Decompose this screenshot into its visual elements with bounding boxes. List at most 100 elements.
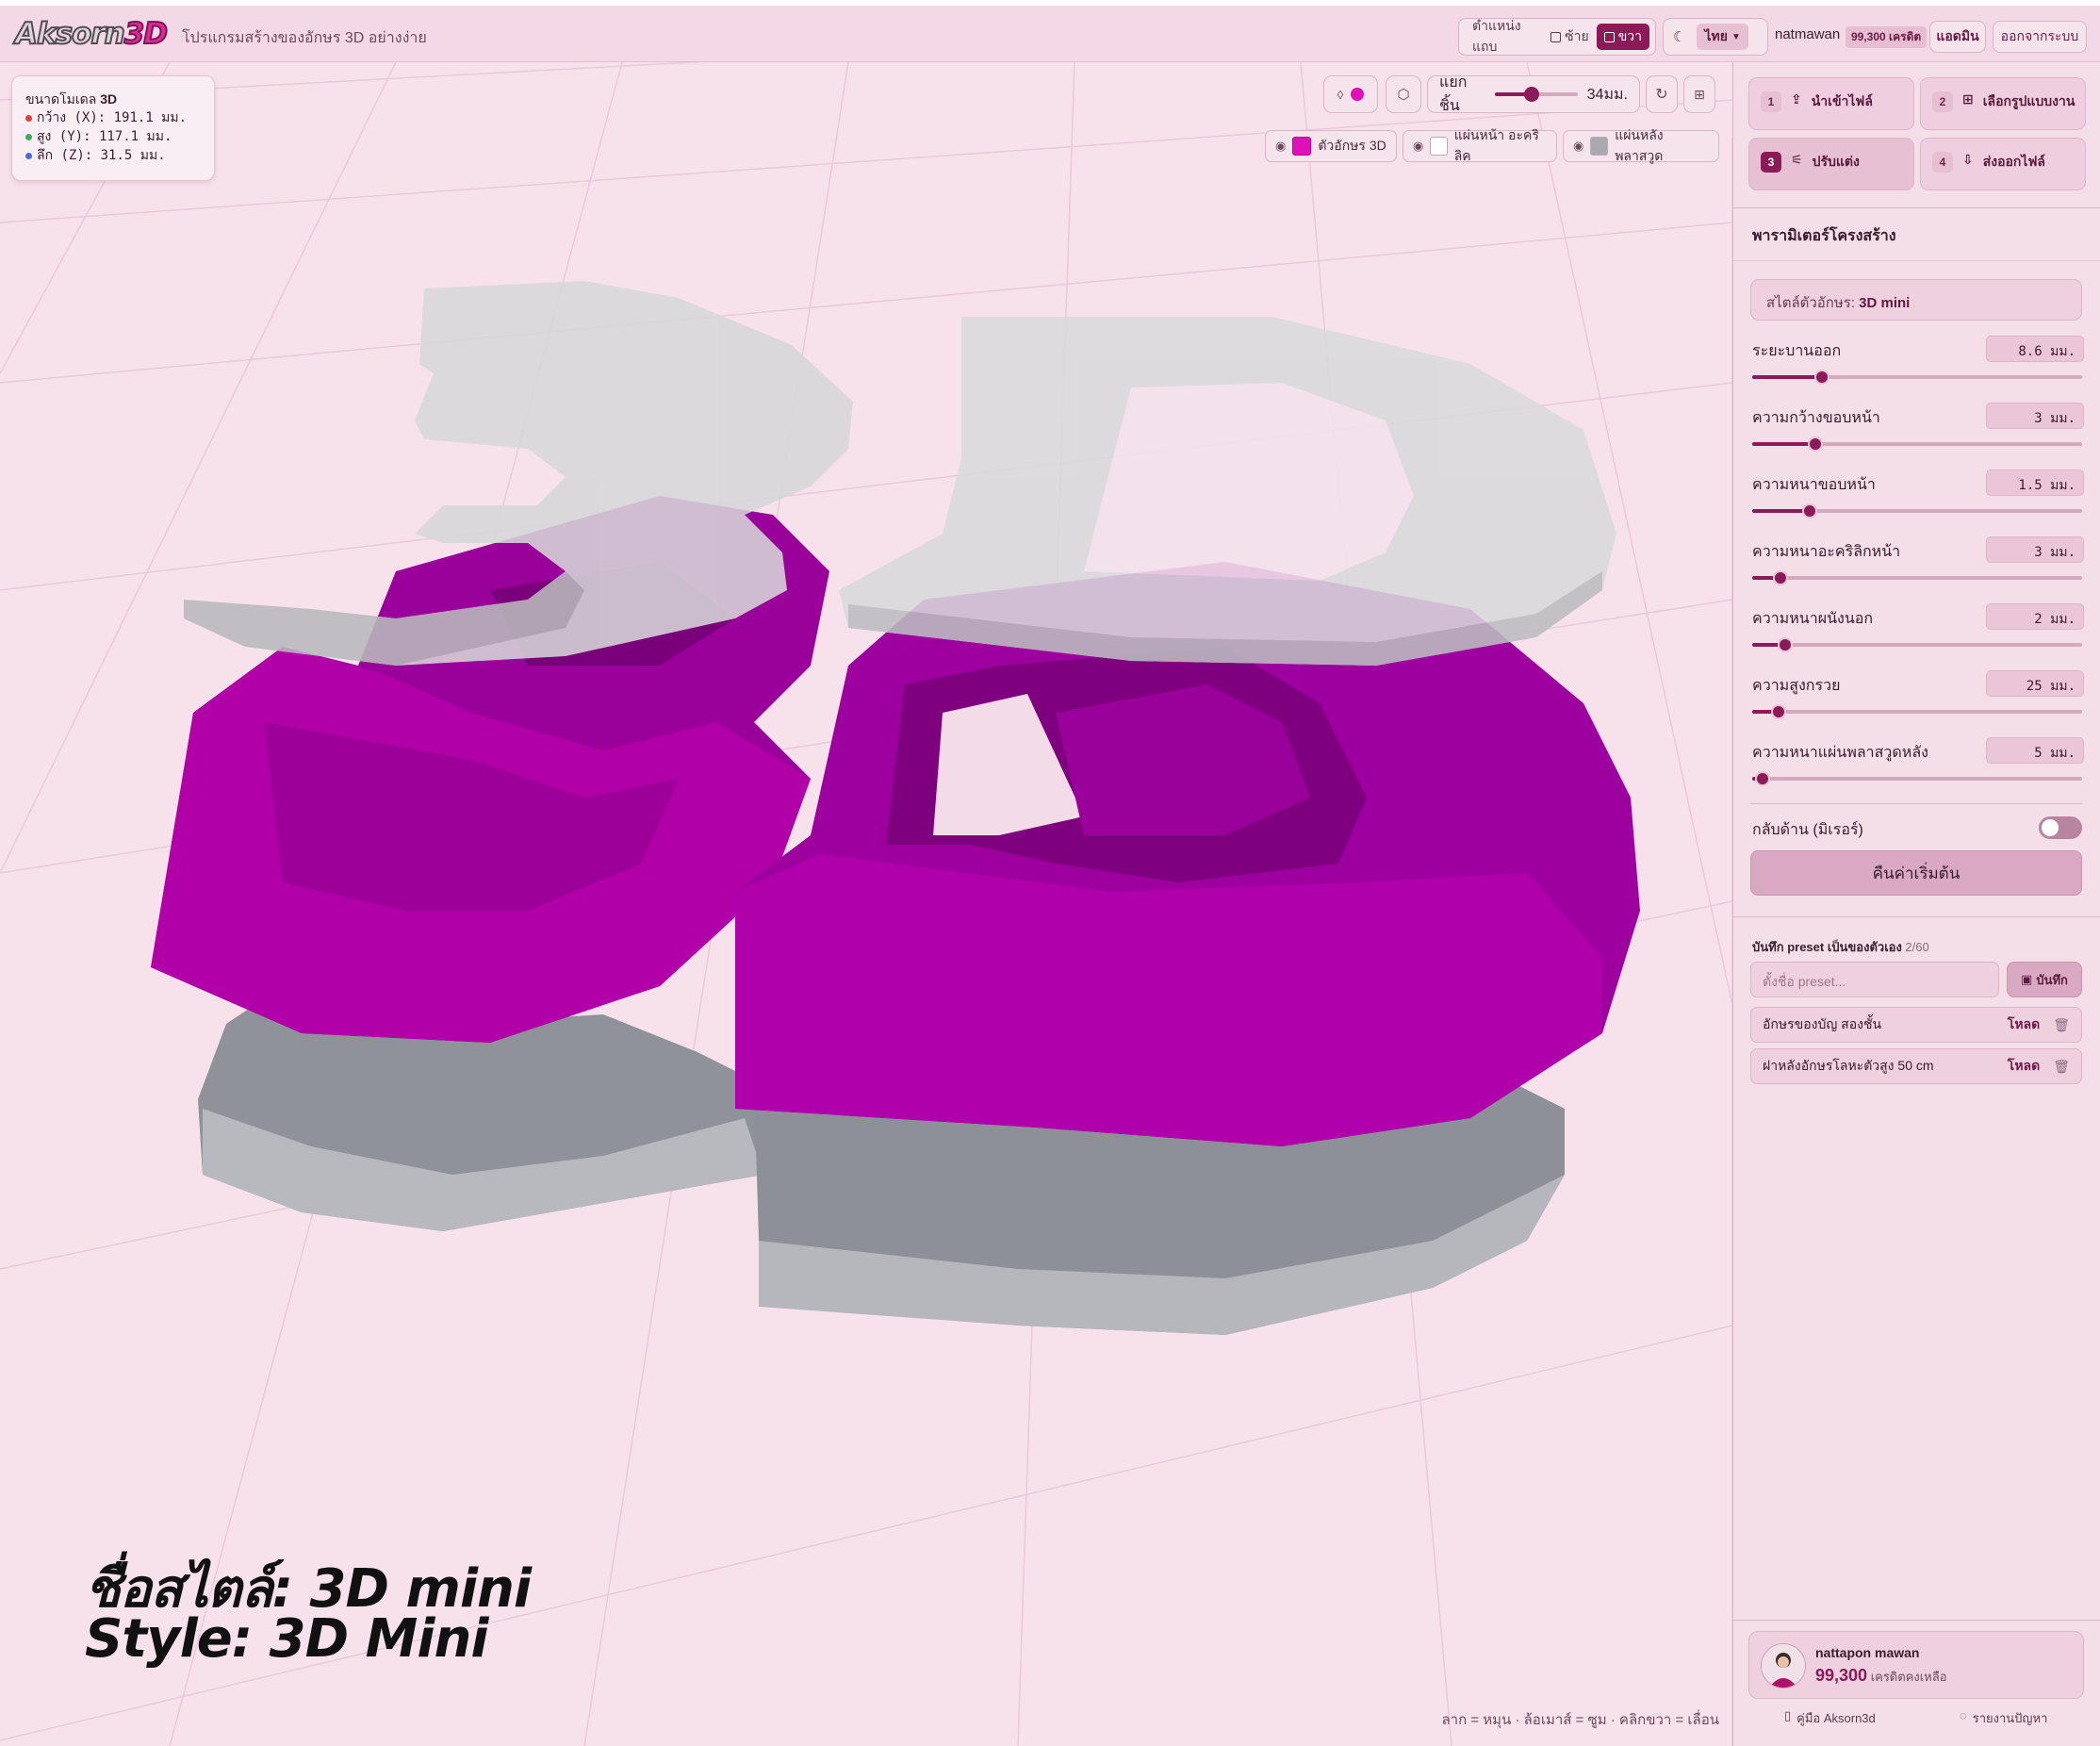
trash-icon[interactable]: 🗑 — [2053, 1017, 2070, 1033]
layer-color-swatch — [1292, 137, 1312, 156]
logout-button[interactable]: ออกจากระบบ — [1993, 21, 2087, 53]
preset-name: อักษรของบัญ สองชั้น — [1763, 1016, 1882, 1031]
explode-slider-knob[interactable] — [1524, 87, 1540, 102]
x-axis-dot — [25, 114, 32, 122]
dark-mode-toggle[interactable]: ☾ — [1667, 24, 1691, 50]
preset-section-header: บันทึก preset เป็นของตัวเอง 2/60 — [1752, 940, 1929, 954]
step-import[interactable]: 1 ⇪ นำเข้าไฟล์ — [1748, 77, 1914, 130]
user-name: nattapon mawan — [1815, 1645, 1920, 1660]
panel-right-icon — [1603, 31, 1615, 42]
report-issue-link[interactable]: ◌ รายงานปัญหา — [1960, 1708, 2047, 1728]
floppy-disk-icon: ▣ — [2021, 972, 2033, 986]
admin-button[interactable]: แอดมิน — [1929, 21, 1986, 53]
chevron-down-icon: ▼ — [1731, 31, 1741, 42]
top-bar: Aksorn3D โปรแกรมสร้างของอักษร 3D อย่างง่… — [0, 0, 2100, 62]
reset-view-button[interactable]: ↻ — [1646, 75, 1678, 113]
credits-badge: 99,300 เครดิต — [1846, 26, 1928, 48]
dimensions-title: ขนาดโมเดล 3D — [25, 91, 118, 107]
panel-right-button[interactable]: ขวา — [1596, 24, 1649, 50]
reset-defaults-button[interactable]: คืนค่าเริ่มต้น — [1750, 850, 2082, 896]
divider — [1750, 803, 2082, 804]
step-number: 3 — [1761, 152, 1781, 173]
param-slider[interactable] — [1752, 704, 2082, 719]
divider — [1733, 916, 2100, 917]
sliders-icon: ⚟ — [1791, 152, 1803, 167]
param-value-input[interactable]: 3 มม. — [1986, 403, 2084, 429]
controls-hint: ลาก = หมุน · ล้อเมาส์ = ซูม · คลิกขวา = … — [1441, 1712, 1719, 1728]
3d-viewport[interactable]: ขนาดโมเดล 3D กว้าง (X): 191.1 มม. สูง (Y… — [0, 62, 1732, 1746]
load-preset-button[interactable]: โหลด — [2008, 1056, 2040, 1077]
z-axis-dot — [25, 152, 32, 159]
step-choose-template[interactable]: 2 ⊞ เลือกรูปแบบงาน — [1920, 77, 2086, 130]
slider-knob[interactable] — [1754, 771, 1770, 786]
param-slider[interactable] — [1752, 370, 2082, 385]
mirror-toggle[interactable] — [2039, 816, 2082, 839]
message-icon: ◌ — [1960, 1708, 1967, 1722]
param-slider[interactable] — [1752, 637, 2082, 652]
panel-position-group: ตำแหน่งแถบ ซ้าย ขวา — [1458, 18, 1656, 56]
explode-control: แยกชิ้น 34มม. — [1427, 74, 1640, 114]
slider-fill — [1752, 509, 1811, 513]
style-caption-english: Style: 3D Mini — [85, 1608, 489, 1670]
param-label: ความหนาแผ่นพลาสวูดหลัง — [1752, 745, 1928, 761]
refresh-icon: ↻ — [1655, 87, 1668, 103]
slider-knob[interactable] — [1813, 370, 1829, 385]
toggle-knob — [2042, 819, 2059, 836]
param-value-input[interactable]: 25 มม. — [1986, 670, 2084, 697]
color-mode-toggle[interactable]: ◊ — [1323, 75, 1378, 113]
model-canvas[interactable] — [0, 62, 1732, 1746]
layer-label: แผ่นหน้า อะคริลิค — [1453, 127, 1539, 163]
layer-toggle-front-acrylic[interactable]: ◉ แผ่นหน้า อะคริลิค — [1403, 127, 1557, 163]
slider-knob[interactable] — [1802, 503, 1818, 519]
moon-icon: ☾ — [1673, 29, 1686, 45]
slider-knob[interactable] — [1771, 704, 1786, 719]
explode-slider[interactable] — [1494, 87, 1578, 102]
param-slider[interactable] — [1752, 570, 2082, 585]
slider-knob[interactable] — [1778, 637, 1793, 652]
divider — [1733, 1620, 2100, 1621]
param-slider[interactable] — [1752, 503, 2082, 519]
preset-name-input[interactable]: ตั้งชื่อ preset... — [1750, 962, 1999, 997]
slider-knob[interactable] — [1772, 570, 1788, 585]
app-logo[interactable]: Aksorn3D — [14, 16, 169, 52]
panel-left-button[interactable]: ซ้าย — [1543, 24, 1597, 50]
layer-toggle-letter[interactable]: ◉ ตัวอักษร 3D — [1265, 130, 1397, 162]
param-label: ความหนาอะคริลิกหน้า — [1752, 544, 1901, 560]
param-value-input[interactable]: 5 มม. — [1986, 737, 2084, 764]
layer-toggle-back-plate[interactable]: ◉ แผ่นหลัง พลาสวูด — [1563, 127, 1719, 163]
language-select[interactable]: ไทย ▼ — [1697, 24, 1748, 50]
param-label: ระยะบานออก — [1752, 343, 1842, 359]
slider-knob[interactable] — [1807, 436, 1823, 452]
step-export[interactable]: 4 ⇩ ส่งออกไฟล์ — [1920, 138, 2086, 190]
divider — [1733, 260, 2100, 261]
trash-icon[interactable]: 🗑 — [2053, 1059, 2070, 1075]
dimension-height: สูง (Y): 117.1 มม. — [25, 127, 214, 146]
param-slider[interactable] — [1752, 436, 2082, 452]
template-grid-icon: ⊞ — [1962, 91, 1974, 107]
param-value-input[interactable]: 2 มม. — [1986, 603, 2084, 630]
step-customize[interactable]: 3 ⚟ ปรับแต่ง — [1748, 138, 1914, 190]
grid-toggle-button[interactable]: ⊞ — [1683, 75, 1715, 113]
step-number: 1 — [1761, 91, 1781, 112]
eye-icon[interactable]: ◉ — [1413, 139, 1423, 154]
preset-item[interactable]: อักษรของบัญ สองชั้น โหลด 🗑 — [1750, 1007, 2082, 1043]
param-value-input[interactable]: 3 มม. — [1986, 536, 2084, 563]
download-icon: ⇩ — [1962, 152, 1974, 167]
param-label: ความสูงกรวย — [1752, 678, 1841, 694]
param-value-input[interactable]: 8.6 มม. — [1986, 336, 2084, 362]
preset-item[interactable]: ฝาหลังอักษรโลหะตัวสูง 50 cm โหลด 🗑 — [1750, 1048, 2082, 1084]
param-value-input[interactable]: 1.5 มม. — [1986, 469, 2084, 496]
step-label: ส่งออกไฟล์ — [1982, 154, 2045, 169]
eye-icon[interactable]: ◉ — [1275, 139, 1286, 154]
manual-link[interactable]: ▯ คู่มือ Aksorn3d — [1784, 1708, 1876, 1728]
step-label: เลือกรูปแบบงาน — [1982, 93, 2075, 108]
panel-left-icon — [1550, 31, 1562, 42]
cube-view-button[interactable]: ⬡ — [1386, 75, 1421, 113]
save-preset-button[interactable]: ▣ บันทึก — [2007, 962, 2082, 997]
model-dimensions-card: ขนาดโมเดล 3D กว้าง (X): 191.1 มม. สูง (Y… — [11, 75, 215, 181]
eye-icon[interactable]: ◉ — [1573, 139, 1583, 154]
param-slider[interactable] — [1752, 771, 2082, 786]
load-preset-button[interactable]: โหลด — [2008, 1014, 2040, 1035]
section-title: พารามิเตอร์โครงสร้าง — [1752, 228, 1896, 244]
dimension-depth: ลึก (Z): 31.5 มม. — [25, 146, 214, 165]
